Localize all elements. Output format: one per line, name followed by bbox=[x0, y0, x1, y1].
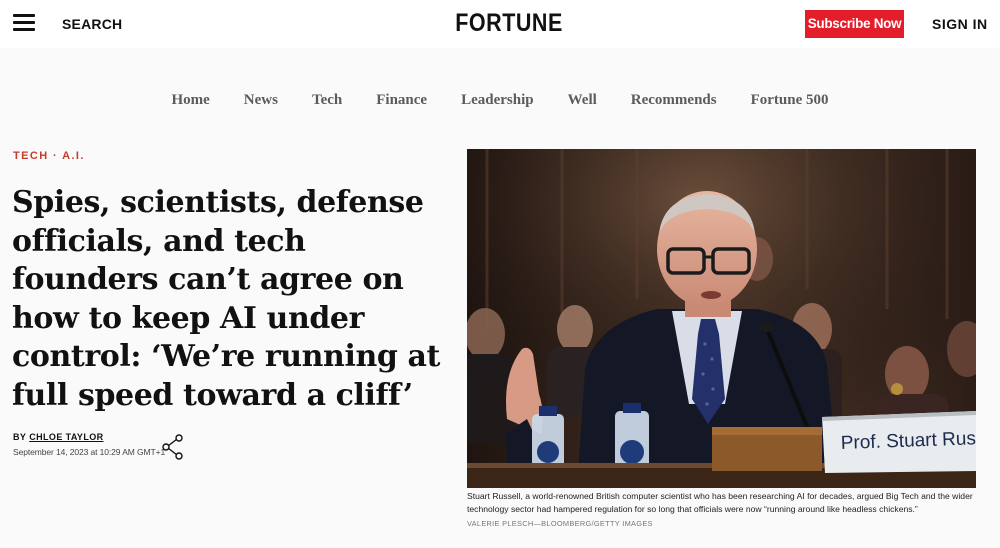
kicker-section-link[interactable]: TECH bbox=[13, 150, 49, 162]
fortune-logo[interactable]: FORTUNE bbox=[455, 7, 562, 39]
nav-item-tech[interactable]: Tech bbox=[312, 92, 342, 109]
publish-date: September 14, 2023 at 10:29 AM GMT+1 bbox=[13, 447, 166, 457]
photo-caption: Stuart Russell, a world-renowned British… bbox=[467, 491, 973, 514]
sign-in-link[interactable]: SIGN IN bbox=[932, 16, 988, 32]
hero-photo: Prof. Stuart Russell bbox=[467, 149, 976, 488]
byline: BY CHLOE TAYLOR bbox=[13, 432, 104, 442]
author-link[interactable]: CHLOE TAYLOR bbox=[29, 432, 103, 442]
share-icon[interactable] bbox=[161, 434, 185, 460]
nav-item-leadership[interactable]: Leadership bbox=[461, 92, 534, 109]
hamburger-menu-icon[interactable] bbox=[13, 14, 35, 32]
kicker-separator: · bbox=[48, 150, 63, 162]
article-kicker: TECH · A.I. bbox=[13, 150, 85, 162]
nav-item-well[interactable]: Well bbox=[568, 92, 597, 109]
nav-item-recommends[interactable]: Recommends bbox=[631, 92, 717, 109]
subscribe-button[interactable]: Subscribe Now bbox=[805, 10, 904, 38]
search-link[interactable]: SEARCH bbox=[62, 16, 122, 32]
kicker-topic-link[interactable]: A.I. bbox=[62, 150, 85, 162]
top-bar: SEARCH FORTUNE Subscribe Now SIGN IN bbox=[0, 0, 1000, 48]
nav-item-fortune-500[interactable]: Fortune 500 bbox=[751, 92, 829, 109]
nav-item-news[interactable]: News bbox=[244, 92, 278, 109]
byline-by-label: BY bbox=[13, 432, 27, 442]
section-nav: Home News Tech Finance Leadership Well R… bbox=[0, 48, 1000, 140]
nav-item-finance[interactable]: Finance bbox=[376, 92, 427, 109]
photo-credit: VALERIE PLESCH—BLOOMBERG/GETTY IMAGES bbox=[467, 519, 653, 528]
article-headline: Spies, scientists, defense officials, an… bbox=[12, 185, 440, 413]
nav-item-home[interactable]: Home bbox=[171, 92, 209, 109]
